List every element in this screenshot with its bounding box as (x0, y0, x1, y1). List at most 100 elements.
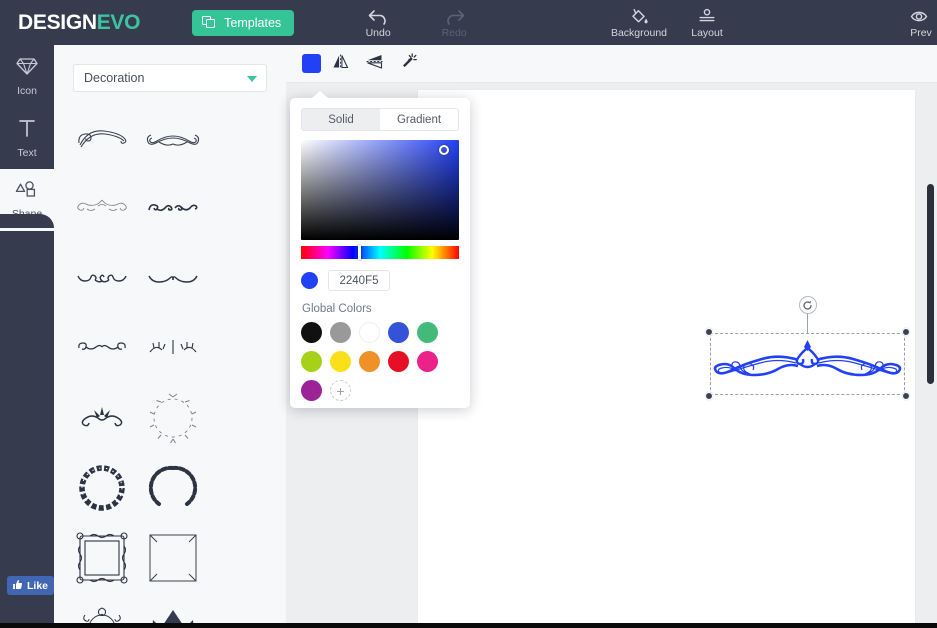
resize-handle-bottom-left[interactable] (705, 392, 713, 400)
left-rail: Icon Text Shape Like (0, 45, 55, 628)
tab-solid[interactable]: Solid (302, 109, 380, 130)
global-color-swatch[interactable] (359, 351, 380, 372)
magic-wand-button[interactable] (393, 51, 423, 77)
resize-handle-top-left[interactable] (705, 328, 713, 336)
sidebar-item-text-label: Text (17, 147, 37, 159)
preview-button[interactable]: Prev (895, 6, 937, 39)
layout-button[interactable]: Layout (674, 6, 740, 39)
canvas-vertical-scrollbar[interactable] (927, 184, 934, 384)
flip-horizontal-icon (332, 54, 349, 74)
global-color-swatch[interactable] (359, 322, 380, 343)
sidebar-item-icon-label: Icon (17, 85, 37, 97)
diamond-icon (15, 55, 39, 82)
hex-color-input[interactable] (328, 270, 390, 291)
color-preview-dot (301, 272, 318, 289)
selected-object[interactable] (705, 296, 910, 400)
shape-category-dropdown[interactable]: Decoration (73, 64, 267, 92)
eye-icon (910, 6, 932, 26)
preview-label: Prev (910, 27, 932, 39)
logo-text-accent: EVO (96, 10, 141, 34)
tab-gradient[interactable]: Gradient (380, 109, 458, 130)
shape-item-flourish-swirl-2[interactable] (140, 103, 205, 173)
global-color-swatch[interactable] (330, 351, 351, 372)
shape-item-flourish-fan-9[interactable] (69, 383, 134, 453)
thumbs-up-icon (12, 579, 23, 593)
shape-library-panel: Decoration (54, 45, 286, 628)
global-color-swatch[interactable] (301, 380, 322, 401)
design-canvas[interactable] (418, 90, 915, 628)
history-tool-group: Undo Redo (350, 6, 482, 39)
hue-slider[interactable] (301, 245, 459, 260)
shape-item-flourish-divider-5[interactable] (69, 243, 134, 313)
sidebar-item-icon[interactable]: Icon (0, 45, 54, 107)
shape-item-flourish-divider-6[interactable] (140, 243, 205, 313)
shapes-icon (15, 180, 39, 205)
global-colors-grid: + (301, 322, 459, 401)
shape-item-flourish-divider-4[interactable] (140, 173, 205, 243)
shape-grid (54, 103, 286, 628)
templates-button[interactable]: Templates (192, 9, 295, 36)
global-colors-label: Global Colors (302, 303, 372, 315)
saturation-value-area[interactable] (301, 140, 459, 240)
hex-color-row (301, 270, 459, 291)
saturation-value-handle[interactable] (439, 145, 449, 155)
redo-button[interactable]: Redo (426, 6, 482, 39)
undo-label: Undo (365, 27, 391, 39)
redo-icon (444, 6, 465, 26)
rail-corner-bottom (0, 214, 54, 228)
undo-icon (368, 6, 389, 26)
global-color-swatch[interactable] (301, 351, 322, 372)
color-mode-tabs: Solid Gradient (301, 108, 459, 131)
global-color-swatch[interactable] (417, 351, 438, 372)
sidebar-item-text[interactable]: Text (0, 107, 54, 169)
resize-handle-top-right[interactable] (902, 328, 910, 336)
global-color-swatch[interactable] (388, 351, 409, 372)
preview-tool-group: Prev (895, 6, 937, 39)
fill-color-swatch[interactable] (302, 54, 321, 73)
undo-button[interactable]: Undo (350, 6, 406, 39)
global-color-swatch[interactable] (417, 322, 438, 343)
shape-item-flourish-swirl-1[interactable] (69, 103, 134, 173)
app-logo[interactable]: DESIGNEVO (18, 11, 140, 35)
background-button[interactable]: Background (604, 6, 674, 39)
hue-slider-handle[interactable] (357, 245, 361, 260)
add-global-color-button[interactable]: + (330, 380, 351, 401)
text-t-icon (16, 117, 38, 144)
rotate-stem (807, 313, 808, 333)
resize-handle-bottom-right[interactable] (902, 392, 910, 400)
flip-vertical-button[interactable] (359, 51, 389, 77)
layout-label: Layout (691, 27, 723, 39)
shape-item-wreath-laurel-open[interactable] (140, 453, 205, 523)
magic-wand-icon (400, 52, 417, 75)
templates-icon (202, 16, 217, 29)
layout-icon (697, 6, 717, 26)
top-toolbar: DESIGNEVO Templates Undo Redo Background… (0, 0, 937, 45)
shape-item-flourish-branch-8[interactable] (140, 313, 205, 383)
designevo-editor: DESIGNEVO Templates Undo Redo Background… (0, 0, 937, 628)
shape-item-frame-ornate-square[interactable] (69, 523, 134, 593)
shape-category-value: Decoration (84, 71, 145, 85)
like-button-label: Like (27, 579, 49, 592)
blue-flourish-ornament[interactable] (710, 338, 905, 395)
flip-horizontal-button[interactable] (325, 51, 355, 77)
facebook-like-button[interactable]: Like (7, 576, 55, 595)
flip-vertical-icon (366, 54, 383, 74)
global-color-swatch[interactable] (301, 322, 322, 343)
global-color-swatch[interactable] (388, 322, 409, 343)
rotate-handle[interactable] (798, 296, 817, 314)
document-tool-group: Background Layout (604, 6, 740, 39)
shape-item-frame-thin-square[interactable] (140, 523, 205, 593)
paint-bucket-icon (629, 6, 649, 26)
page-bottom-edge (0, 623, 937, 628)
logo-text-primary: DESIGN (18, 10, 97, 34)
global-color-swatch[interactable] (330, 322, 351, 343)
background-label: Background (610, 27, 668, 39)
shape-item-flourish-filigree-3[interactable] (69, 173, 134, 243)
shape-item-flourish-divider-7[interactable] (69, 313, 134, 383)
shape-item-wreath-laurel-bold[interactable] (69, 453, 134, 523)
shape-item-wreath-vine[interactable] (140, 383, 205, 453)
templates-button-label: Templates (224, 15, 282, 30)
color-picker-popup: Solid Gradient Global Colors + (290, 91, 470, 408)
shape-options-toolbar (286, 45, 937, 83)
chevron-down-icon (247, 76, 257, 82)
